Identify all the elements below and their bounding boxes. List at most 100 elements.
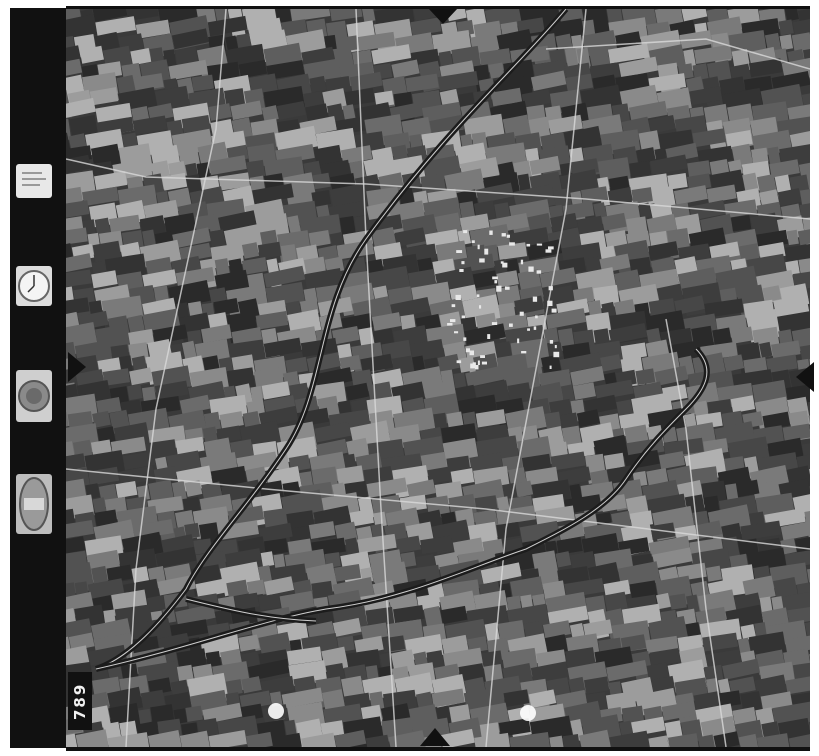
building [454, 331, 459, 334]
field-parcel [587, 300, 602, 316]
building [484, 248, 489, 255]
building [519, 311, 524, 316]
field-parcel [241, 242, 260, 259]
building [461, 261, 465, 265]
fiducial-right [796, 362, 814, 392]
field-parcel [658, 451, 686, 470]
label-card [16, 164, 52, 198]
building [474, 365, 479, 370]
building [480, 355, 485, 358]
farmland-mosaic [66, 9, 810, 747]
label-card-text-icon [22, 172, 46, 186]
building [526, 243, 531, 247]
building [491, 322, 498, 325]
field-parcel [549, 735, 564, 747]
building [549, 340, 554, 344]
building [505, 286, 510, 290]
clock-icon [16, 266, 52, 306]
field-parcel [66, 227, 88, 246]
field-parcel [138, 708, 152, 725]
field-parcel [779, 34, 794, 51]
building [548, 246, 554, 250]
building [456, 360, 462, 364]
building [521, 351, 527, 354]
building [481, 361, 487, 365]
field-parcel [354, 215, 369, 232]
building [494, 280, 498, 284]
building [549, 365, 552, 369]
building [496, 285, 502, 292]
building [536, 243, 543, 246]
building [465, 348, 470, 353]
building [479, 305, 482, 309]
building [461, 315, 466, 319]
building [527, 328, 530, 331]
field-parcel [329, 9, 363, 22]
field-parcel [555, 551, 572, 568]
building [509, 323, 513, 327]
building [476, 294, 480, 298]
fiducial-bottom [420, 728, 450, 746]
building [470, 363, 474, 369]
field-parcel [669, 593, 687, 610]
field-parcel [620, 342, 647, 361]
light-spot [268, 703, 284, 719]
field-parcel [191, 74, 215, 92]
field-parcel [786, 229, 799, 246]
field-parcel [784, 242, 810, 262]
field-parcel [185, 705, 203, 722]
field-parcel [562, 734, 581, 747]
field-parcel [593, 328, 610, 345]
building [447, 323, 453, 326]
field-parcel [66, 200, 90, 219]
field-parcel [706, 184, 737, 204]
building [487, 334, 491, 339]
building [501, 233, 506, 237]
building [492, 276, 498, 280]
light-spot [520, 705, 536, 721]
field-parcel [784, 9, 799, 22]
building [520, 259, 524, 265]
building [489, 230, 493, 235]
building [547, 300, 553, 306]
field-parcel [127, 384, 143, 401]
field-parcel [260, 551, 275, 567]
field-parcel [681, 9, 708, 22]
building [545, 249, 552, 253]
building [532, 296, 538, 302]
field-parcel [556, 536, 583, 555]
field-parcel [331, 326, 360, 345]
building [509, 242, 515, 246]
building [450, 319, 456, 323]
field-parcel [515, 480, 534, 498]
building [536, 270, 542, 274]
field-parcel [778, 19, 794, 36]
building [471, 240, 475, 243]
field-parcel [361, 9, 376, 23]
fiducial-left [68, 352, 86, 382]
field-parcel [309, 75, 327, 93]
field-parcel [648, 114, 676, 134]
field-parcel [731, 215, 752, 232]
building [463, 230, 468, 234]
building [500, 261, 504, 264]
field-parcel [706, 565, 723, 582]
field-parcel [635, 368, 656, 386]
building [479, 258, 485, 263]
building [506, 234, 510, 238]
building [477, 244, 480, 250]
field-parcel [115, 480, 138, 499]
aerial-photograph [66, 6, 810, 751]
field-parcel [258, 593, 281, 611]
building [535, 315, 538, 319]
altimeter-icon [16, 370, 52, 422]
building [551, 308, 557, 313]
field-parcel [312, 172, 331, 190]
building [553, 351, 560, 358]
field-parcel [345, 382, 370, 401]
level-bubble-icon [16, 474, 52, 534]
field-parcel [631, 187, 653, 204]
field-parcel [258, 522, 293, 543]
field-parcel [391, 59, 420, 79]
building [533, 326, 537, 330]
